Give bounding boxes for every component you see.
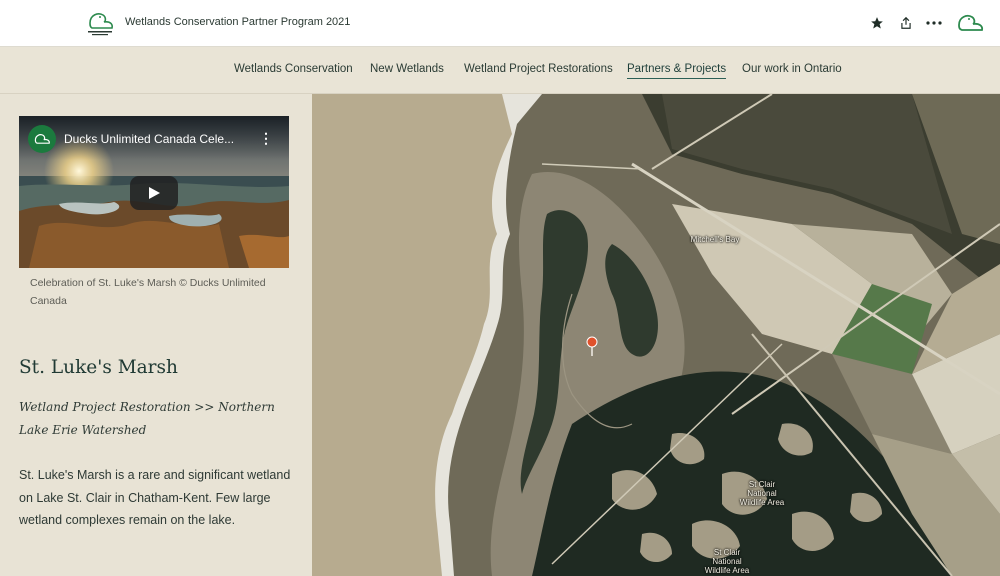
satellite-imagery	[312, 94, 1000, 576]
video-more-icon[interactable]: ⋮	[259, 130, 273, 147]
ducks-unlimited-logo-icon[interactable]	[84, 9, 116, 39]
story-panel: Ducks Unlimited Canada Cele... ⋮ Celebra…	[0, 94, 312, 576]
app-title: Wetlands Conservation Partner Program 20…	[125, 16, 351, 28]
nav-item-new-wetlands[interactable]: New Wetlands	[370, 63, 444, 75]
video-caption: Celebration of St. Luke's Marsh © Ducks …	[30, 277, 266, 307]
story-body: St. Luke's Marsh is a rare and significa…	[19, 468, 291, 527]
app-header: Wetlands Conservation Partner Program 20…	[0, 0, 1000, 47]
video-player[interactable]: Ducks Unlimited Canada Cele... ⋮	[19, 116, 289, 268]
nav-item-our-work-in-ontario[interactable]: Our work in Ontario	[742, 63, 842, 75]
story-subtitle: Wetland Project Restoration >> Northern …	[19, 400, 275, 437]
video-title[interactable]: Ducks Unlimited Canada Cele...	[64, 132, 254, 146]
story-nav: Wetlands Conservation New Wetlands Wetla…	[0, 47, 1000, 94]
map-label-mitchells-bay: Mitchell's Bay	[690, 235, 740, 244]
nav-item-wetland-project-restorations[interactable]: Wetland Project Restorations	[464, 63, 613, 75]
story-title: St. Luke's Marsh	[19, 357, 178, 378]
location-pin-icon[interactable]	[586, 336, 598, 356]
duck-logo-icon[interactable]	[955, 12, 985, 34]
map-label-wildlife-area: St Clair National Wildlife Area	[739, 480, 785, 507]
map-label-wildlife-area: St Clair National Wildlife Area	[704, 548, 750, 575]
star-icon[interactable]	[866, 12, 888, 34]
play-button[interactable]	[130, 176, 178, 210]
nav-item-partners-projects[interactable]: Partners & Projects	[627, 63, 727, 79]
satellite-map[interactable]: Mitchell's Bay St Clair National Wildlif…	[312, 94, 1000, 576]
nav-item-wetlands-conservation[interactable]: Wetlands Conservation	[234, 63, 353, 75]
play-icon	[149, 187, 160, 199]
share-icon[interactable]	[895, 12, 917, 34]
channel-logo-icon[interactable]	[28, 125, 56, 153]
more-icon[interactable]	[923, 12, 945, 34]
